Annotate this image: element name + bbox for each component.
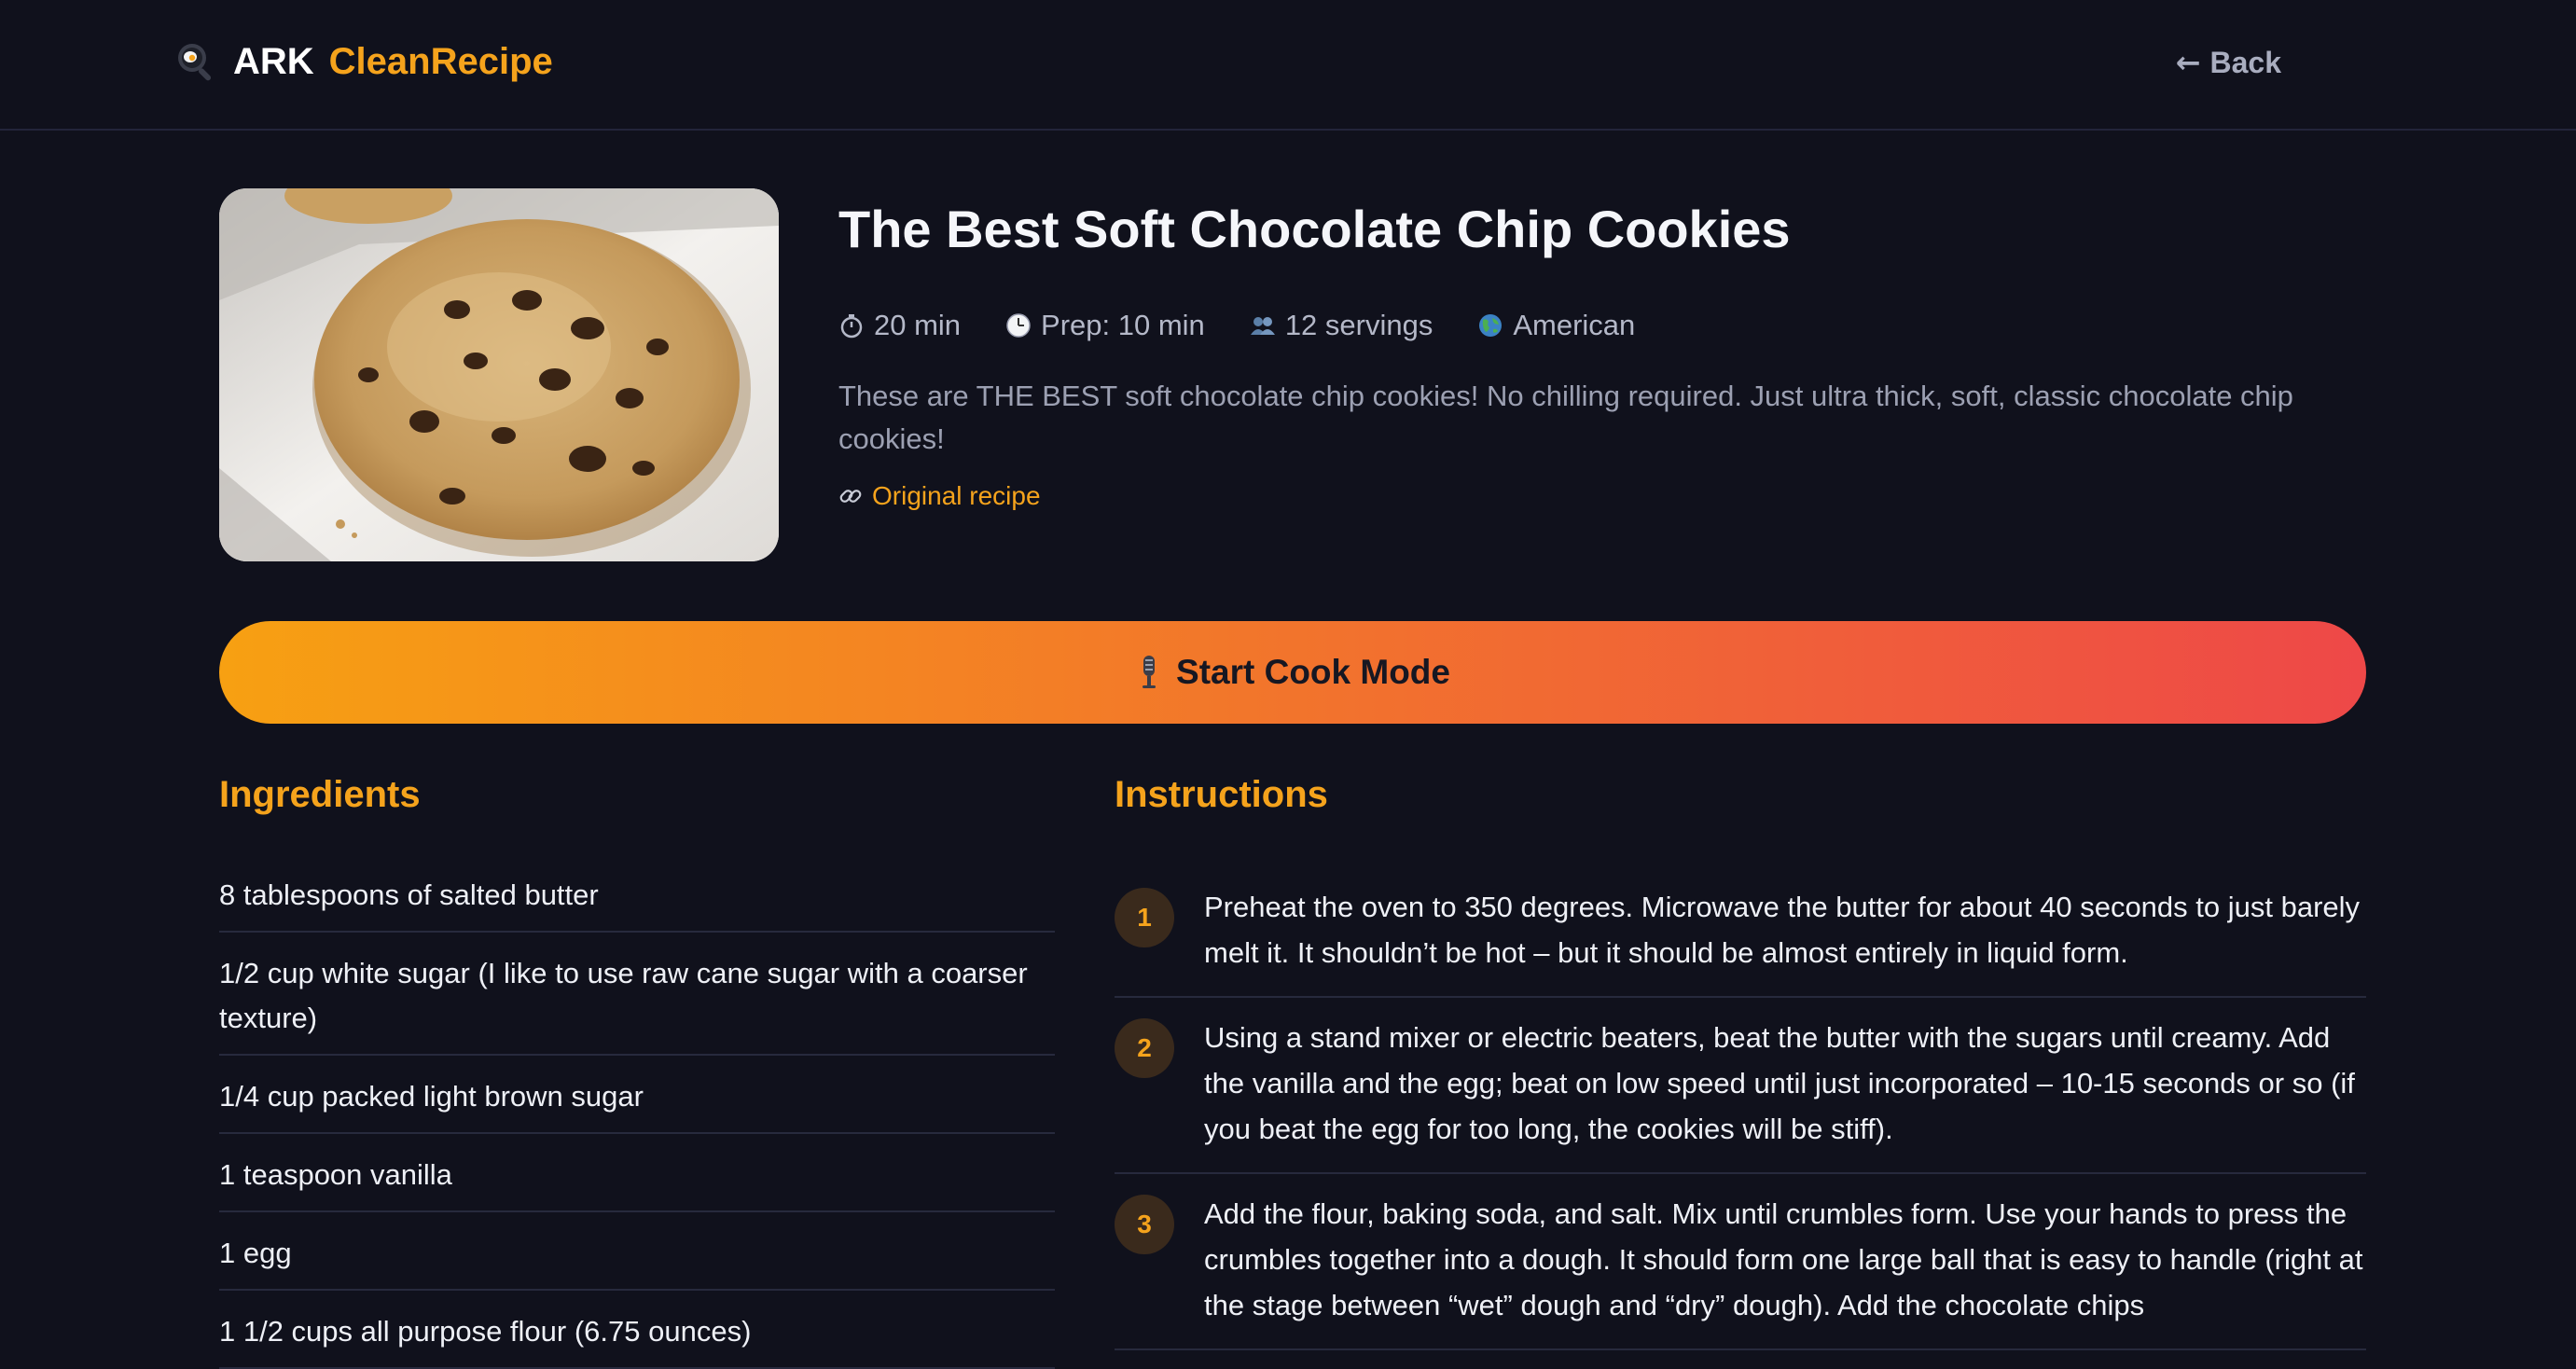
recipe-title: The Best Soft Chocolate Chip Cookies <box>838 200 1791 258</box>
total-time-text: 20 min <box>874 309 962 341</box>
total-time: 20 min <box>838 309 961 342</box>
prep-time: Prep: 10 min <box>1005 309 1205 342</box>
step-text: Preheat the oven to 350 degrees. Microwa… <box>1204 891 2361 969</box>
ingredients-heading: Ingredients <box>219 774 421 815</box>
link-icon <box>839 490 862 503</box>
cuisine: American <box>1477 309 1635 342</box>
start-cook-mode-button[interactable]: Start Cook Mode <box>219 621 2366 724</box>
arrow-left-icon: ← <box>2175 45 2201 80</box>
step-number-badge: 3 <box>1115 1195 1174 1254</box>
step-number-badge: 1 <box>1115 888 1174 947</box>
prep-time-text: Prep: 10 min <box>1041 309 1205 341</box>
recipe-meta: 20 min Prep: 10 min 12 servings American <box>838 304 1635 347</box>
instructions-heading: Instructions <box>1115 774 1328 815</box>
microphone-icon <box>1143 656 1156 688</box>
recipe-description: These are THE BEST soft chocolate chip c… <box>838 380 2293 455</box>
instruction-step: 2 Using a stand mixer or electric beater… <box>1115 998 2366 1174</box>
original-recipe-link[interactable]: Original recipe <box>838 477 1041 515</box>
instruction-step: 3 Add the flour, baking soda, and salt. … <box>1115 1174 2366 1350</box>
ingredient-item: 1/2 cup white sugar (I like to use raw c… <box>219 933 1055 1056</box>
ingredient-item: 1 1/2 cups all purpose flour (6.75 ounce… <box>219 1291 1055 1369</box>
recipe-image <box>219 188 779 561</box>
ingredient-item: 1 teaspoon vanilla <box>219 1134 1055 1212</box>
cookie-photo <box>219 188 779 561</box>
brand-ark-text: ARK <box>233 40 314 82</box>
app-header: ARK CleanRecipe ← Back <box>0 0 2576 131</box>
step-text: Using a stand mixer or electric beaters,… <box>1204 1021 2355 1145</box>
stopwatch-icon <box>840 314 863 339</box>
cuisine-text: American <box>1513 309 1636 341</box>
frying-pan-icon <box>178 44 212 81</box>
instruction-step: 1 Preheat the oven to 350 degrees. Micro… <box>1115 867 2366 998</box>
start-cook-mode-label: Start Cook Mode <box>1176 653 1450 691</box>
globe-icon <box>1479 314 1503 337</box>
servings-text: 12 servings <box>1284 309 1433 341</box>
back-button[interactable]: ← Back <box>2176 37 2281 88</box>
step-text: Add the flour, baking soda, and salt. Mi… <box>1204 1197 2363 1321</box>
ingredient-item: 1 egg <box>219 1212 1055 1291</box>
brand-name-text: CleanRecipe <box>328 40 553 82</box>
servings: 12 servings <box>1250 309 1433 342</box>
instructions-list: 1 Preheat the oven to 350 degrees. Micro… <box>1115 867 2366 1350</box>
brand-logo[interactable]: ARK CleanRecipe <box>173 34 553 90</box>
back-label: Back <box>2209 45 2282 79</box>
ingredients-list: 8 tablespoons of salted butter 1/2 cup w… <box>219 854 1055 1369</box>
original-recipe-label: Original recipe <box>872 481 1041 510</box>
step-number-badge: 2 <box>1115 1018 1174 1078</box>
clock-icon <box>1006 313 1031 338</box>
ingredient-item: 8 tablespoons of salted butter <box>219 854 1055 933</box>
ingredient-item: 1/4 cup packed light brown sugar <box>219 1056 1055 1134</box>
people-icon <box>1250 317 1275 335</box>
